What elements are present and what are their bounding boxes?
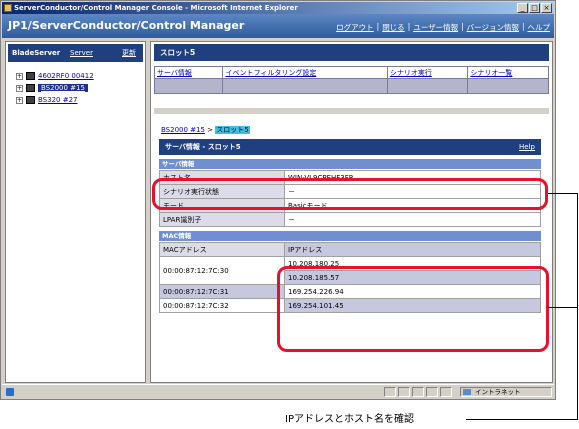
menu-cell: イベントフィルタリング設定: [222, 66, 388, 79]
server-icon: [26, 72, 35, 80]
callout-line: [548, 193, 578, 194]
intranet-icon: [463, 389, 471, 395]
callout-line: [466, 419, 578, 420]
help-link[interactable]: Help: [519, 139, 535, 155]
mac-address: 00:00:87:12:7C:32: [159, 298, 285, 313]
user-info-link[interactable]: ユーザー情報: [413, 22, 458, 33]
server-info-link[interactable]: サーバ情報: [157, 69, 192, 77]
scenario-run-link[interactable]: シナリオ実行: [390, 69, 432, 77]
refresh-link[interactable]: 更新: [122, 44, 136, 62]
event-filter-link[interactable]: イベントフィルタリング設定: [225, 69, 316, 77]
left-pane: BladeServer Server 更新 + 4602RF0 00412 + …: [5, 41, 146, 383]
server-icon: [26, 96, 35, 104]
server-icon: [26, 84, 35, 92]
menu-cell: サーバ情報: [153, 66, 224, 79]
hostname-highlight: [152, 178, 548, 210]
annotation-caption: IPアドレスとホスト名を確認: [285, 414, 414, 425]
page-status-icon: [6, 388, 14, 396]
zone-label: イントラネット: [475, 388, 521, 396]
tree-node[interactable]: + BS320 #27: [16, 94, 94, 106]
app-header: JP1/ServerConductor/Control Manager ログアウ…: [2, 14, 554, 38]
callout-line: [577, 193, 578, 420]
left-pane-header: BladeServer Server 更新: [8, 44, 143, 62]
close-link[interactable]: 閉じる: [382, 22, 405, 33]
link-separator: |: [521, 22, 525, 31]
logout-link[interactable]: ログアウト: [336, 22, 374, 33]
maximize-button[interactable]: □: [529, 3, 540, 13]
link-separator: |: [376, 22, 380, 31]
security-zone: イントラネット: [460, 387, 552, 397]
breadcrumb-separator: >: [207, 126, 214, 134]
tree-node-label[interactable]: 4602RF0 00412: [38, 72, 94, 80]
callout-line: [548, 307, 578, 308]
mac-address: 00:00:87:12:7C:31: [159, 284, 285, 299]
expand-icon[interactable]: +: [16, 84, 23, 92]
info-header-title: サーバ情報 - スロット5: [165, 143, 241, 151]
expand-icon[interactable]: +: [16, 96, 23, 104]
mac-column-header: MACアドレス: [159, 242, 285, 257]
mac-section-header: MAC情報: [159, 231, 541, 241]
status-cells: [384, 387, 452, 397]
table-header-row: MACアドレス IPアドレス: [159, 242, 541, 257]
slot-menu: サーバ情報 イベントフィルタリング設定 シナリオ実行 シナリオ一覧: [153, 66, 549, 94]
tree-node-label[interactable]: BS320 #27: [38, 96, 77, 104]
version-info-link[interactable]: バージョン情報: [467, 22, 519, 33]
status-bar: イントラネット: [2, 384, 554, 399]
divider: [154, 108, 549, 114]
close-button[interactable]: ×: [541, 3, 552, 13]
server-tab-link[interactable]: Server: [70, 44, 93, 62]
menu-cell: シナリオ実行: [386, 66, 469, 79]
link-separator: |: [407, 22, 411, 31]
table-row: LPAR識別子 －: [159, 212, 541, 227]
ip-column-header: IPアドレス: [284, 242, 541, 257]
scenario-list-link[interactable]: シナリオ一覧: [470, 69, 512, 77]
expand-icon[interactable]: +: [16, 72, 23, 80]
header-links: ログアウト | 閉じる | ユーザー情報 | バージョン情報 | ヘルプ: [336, 22, 550, 33]
lpar-label: LPAR識別子: [159, 212, 285, 227]
tree-node-label-selected[interactable]: BS2000 #15: [38, 84, 88, 92]
tree-node[interactable]: + BS2000 #15: [16, 82, 94, 94]
ie-icon: [4, 4, 12, 12]
window-titlebar: ServerConductor/Control Manager Console …: [2, 2, 554, 14]
lpar-value: －: [284, 212, 541, 227]
app-title: JP1/ServerConductor/Control Manager: [8, 19, 245, 32]
bladeserver-label: BladeServer: [12, 49, 61, 57]
server-tree: + 4602RF0 00412 + BS2000 #15 + BS320 #27: [16, 70, 94, 106]
link-separator: |: [461, 22, 464, 31]
mac-address: 00:00:87:12:7C:30: [159, 256, 285, 285]
window-title: ServerConductor/Control Manager Console …: [14, 4, 298, 12]
menu-cell: シナリオ一覧: [467, 66, 549, 79]
help-link[interactable]: ヘルプ: [528, 22, 551, 33]
breadcrumb-link[interactable]: BS2000 #15: [161, 126, 205, 134]
minimize-button[interactable]: _: [517, 3, 528, 13]
breadcrumb-current: スロット5: [215, 126, 250, 134]
tree-node[interactable]: + 4602RF0 00412: [16, 70, 94, 82]
breadcrumb: BS2000 #15 > スロット5: [161, 125, 250, 135]
server-section-header: サーバ情報: [159, 159, 541, 169]
ip-highlight: [277, 266, 549, 352]
info-header: サーバ情報 - スロット5 Help: [159, 139, 541, 155]
slot-header: スロット5: [154, 44, 549, 61]
